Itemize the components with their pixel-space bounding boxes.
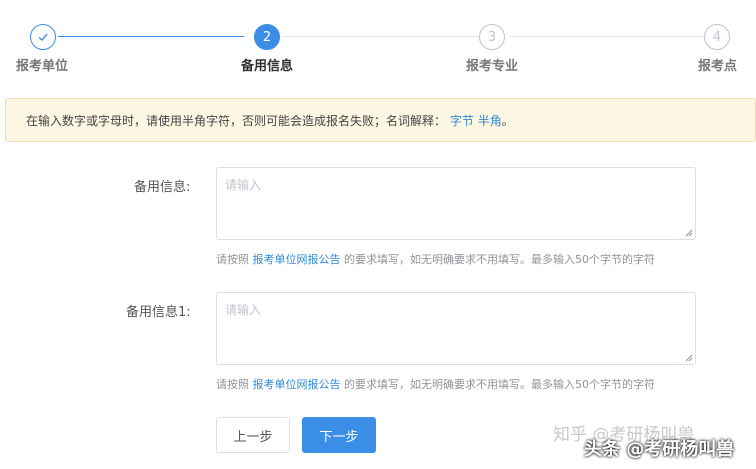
field1-hint-prefix: 请按照 [216, 253, 249, 266]
step-3-circle: 3 [479, 24, 505, 50]
step-4-circle: 4 [704, 24, 730, 50]
resize-handle-icon[interactable] [685, 354, 693, 362]
field2-placeholder: 请输入 [225, 303, 262, 317]
field2-hint: 请按照 报考单位网报公告 的要求填写，如无明确要求不用填写。最多输入50个字节的… [216, 376, 655, 392]
steps-bar: 2 3 4 报考单位 备用信息 报考专业 报考点 [0, 0, 756, 90]
field2-hint-suffix: 的要求填写，如无明确要求不用填写。最多输入50个字节的字符 [344, 378, 655, 391]
notice-text: 在输入数字或字母时，请使用半角字符，否则可能会造成报名失败；名词解释： [26, 114, 447, 128]
field1-hint-link[interactable]: 报考单位网报公告 [253, 253, 341, 266]
resize-handle-icon[interactable] [685, 229, 693, 237]
field1-textarea[interactable]: 请输入 [216, 167, 696, 240]
step-1-label: 报考单位 [16, 59, 69, 74]
notice-link-byte[interactable]: 字节 [450, 114, 474, 128]
field2-textarea[interactable]: 请输入 [216, 292, 696, 365]
next-step-button[interactable]: 下一步 [302, 417, 376, 453]
step-3-label: 报考专业 [466, 59, 519, 74]
step-2-label: 备用信息 [241, 59, 294, 74]
field2-hint-prefix: 请按照 [216, 378, 249, 391]
notice-link-halfwidth[interactable]: 半角 [478, 114, 502, 128]
step-4-label: 报考点 [698, 59, 738, 74]
step-connector-1 [58, 36, 244, 37]
field2-hint-link[interactable]: 报考单位网报公告 [253, 378, 341, 391]
step-1-check-icon [30, 24, 56, 50]
step-connector-2 [282, 36, 478, 37]
notice-banner: 在输入数字或字母时，请使用半角字符，否则可能会造成报名失败；名词解释： 字节 半… [5, 98, 756, 142]
toutiao-watermark: 头条 @考研杨叫兽 [584, 439, 735, 460]
field1-placeholder: 请输入 [225, 178, 262, 192]
field2-label: 备用信息1: [126, 305, 191, 320]
step-connector-3 [508, 36, 704, 37]
prev-step-button[interactable]: 上一步 [216, 417, 290, 453]
notice-end: 。 [501, 114, 514, 128]
field1-label: 备用信息: [134, 180, 191, 195]
step-2-circle: 2 [254, 24, 280, 50]
field1-hint-suffix: 的要求填写，如无明确要求不用填写。最多输入50个字节的字符 [344, 253, 655, 266]
field1-hint: 请按照 报考单位网报公告 的要求填写，如无明确要求不用填写。最多输入50个字节的… [216, 251, 655, 267]
